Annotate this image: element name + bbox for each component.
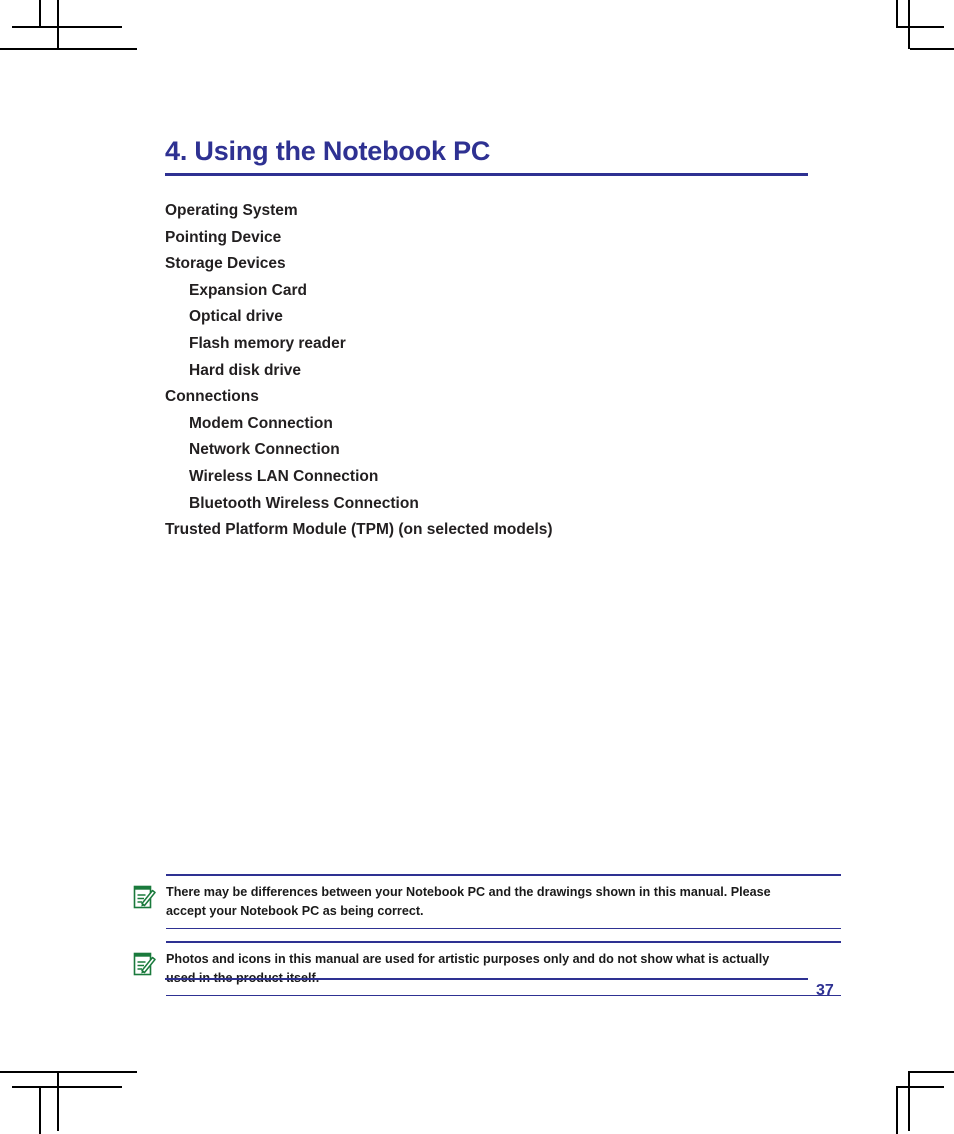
footer-rule [165,978,808,980]
page-title: 4. Using the Notebook PC [165,136,491,166]
toc-item[interactable]: Connections [165,384,825,411]
toc-item[interactable]: Network Connection [165,437,825,464]
toc-item[interactable]: Modem Connection [165,411,825,438]
page-number: 37 [816,982,834,999]
notes-section: There may be differences between your No… [133,874,841,1008]
title-underline-rule [165,173,808,176]
toc-item[interactable]: Expansion Card [165,278,825,305]
toc-item[interactable]: Operating System [165,198,825,225]
toc-item[interactable]: Hard disk drive [165,358,825,385]
toc-item[interactable]: Bluetooth Wireless Connection [165,491,825,518]
note-body: There may be differences between your No… [133,876,833,928]
note-pencil-icon [133,951,156,977]
note-pencil-icon [133,884,156,910]
toc-item[interactable]: Pointing Device [165,225,825,252]
toc-item[interactable]: Trusted Platform Module (TPM) (on select… [165,517,825,544]
note-text: There may be differences between your No… [166,884,771,918]
note-box: There may be differences between your No… [133,874,841,930]
note-rule-bottom [166,994,841,997]
page-content: 4. Using the Notebook PC Operating Syste… [0,0,954,1131]
toc-item[interactable]: Storage Devices [165,251,825,278]
note-text: Photos and icons in this manual are used… [166,951,770,985]
note-rule-bottom [166,927,841,930]
note-body: Photos and icons in this manual are used… [133,943,833,995]
toc-item[interactable]: Optical drive [165,304,825,331]
note-box: Photos and icons in this manual are used… [133,941,841,997]
table-of-contents: Operating System Pointing Device Storage D… [165,198,825,544]
toc-item[interactable]: Flash memory reader [165,331,825,358]
toc-item[interactable]: Wireless LAN Connection [165,464,825,491]
